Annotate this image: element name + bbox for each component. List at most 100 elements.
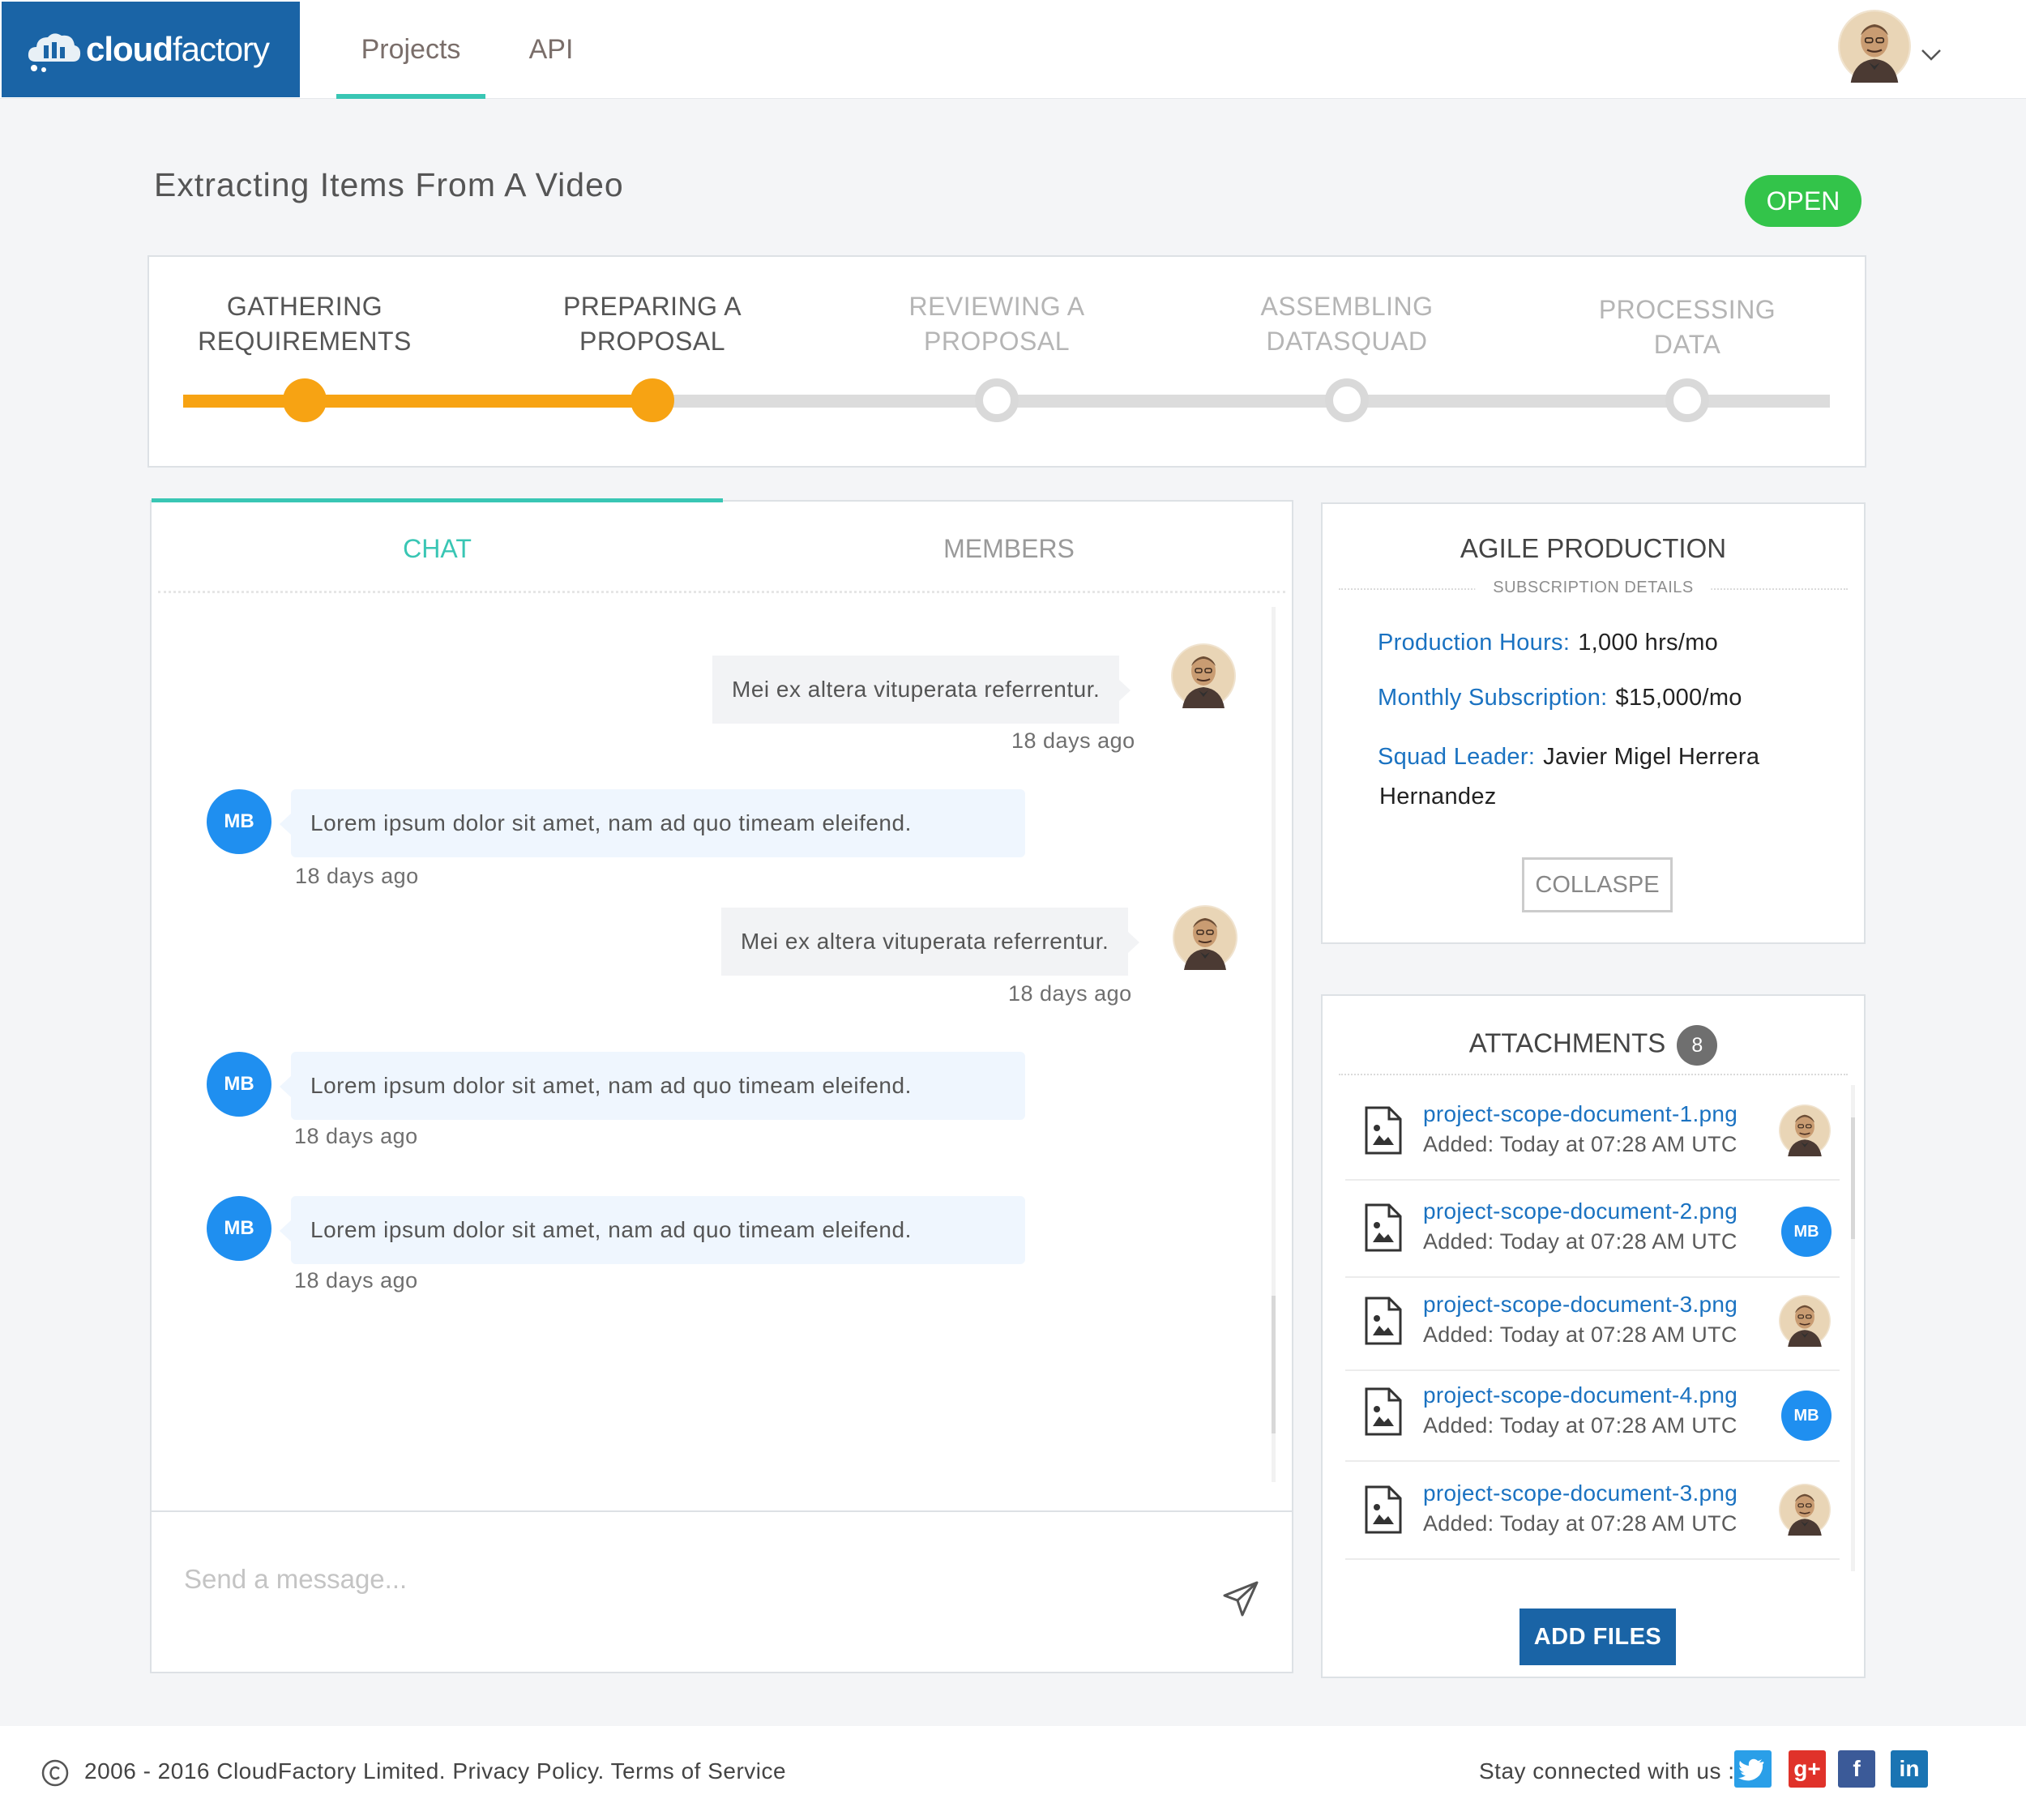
attachment-name[interactable]: project-scope-document-4.png [1423, 1382, 1737, 1408]
twitter-icon[interactable] [1734, 1750, 1772, 1788]
progress-stepper: GATHERING REQUIREMENTS PREPARING A PROPOSA… [147, 255, 1866, 468]
attachments-panel: ATTACHMENTS 8 project-scope-document-1.pn… [1321, 994, 1866, 1678]
step-dot-assembling [1325, 378, 1369, 422]
avatar [1779, 1484, 1831, 1536]
tab-members[interactable]: MEMBERS [723, 534, 1295, 564]
copyright-icon [41, 1759, 69, 1787]
chat-message: Mei ex altera vituperata referrentur. [712, 656, 1131, 724]
step-label-gathering: GATHERING REQUIREMENTS [198, 292, 412, 356]
attachment-name[interactable]: project-scope-document-3.png [1423, 1480, 1737, 1506]
status-badge: OPEN [1745, 175, 1861, 227]
step-label-processing: PROCESSING DATA [1598, 295, 1776, 359]
cloudfactory-logo[interactable]: cloudfactory [2, 2, 300, 97]
avatar-mb: MB [207, 789, 271, 854]
attachment-item[interactable]: project-scope-document-3.png Added: Toda… [1345, 1275, 1840, 1371]
message-timestamp: 18 days ago [1008, 981, 1132, 1006]
detail-value: Javier Migel Herrera [1543, 744, 1760, 770]
chat-message: Lorem ipsum dolor sit amet, nam ad quo t… [280, 789, 1025, 857]
compose-divider [152, 1510, 1292, 1512]
chat-divider [158, 591, 1285, 593]
step-dot-processing [1665, 378, 1709, 422]
nav-tab-api[interactable]: API [519, 0, 583, 99]
attachment-added: Added: Today at 07:28 AM UTC [1423, 1229, 1737, 1254]
attachment-name[interactable]: project-scope-document-1.png [1423, 1101, 1737, 1127]
add-files-button[interactable]: ADD FILES [1520, 1609, 1676, 1665]
logo-wordmark: cloudfactory [86, 30, 270, 68]
detail-value: 1,000 hrs/mo [1578, 630, 1719, 656]
chevron-down-icon[interactable] [1921, 49, 1942, 62]
avatar [1171, 643, 1236, 708]
subscription-subtitle: SUBSCRIPTION DETAILS [1475, 579, 1712, 597]
detail-label: Monthly Subscription: [1378, 685, 1608, 711]
image-file-icon [1365, 1106, 1402, 1155]
attachment-name[interactable]: project-scope-document-3.png [1423, 1292, 1737, 1318]
step-track-progress [183, 395, 660, 408]
google-plus-icon[interactable]: g+ [1789, 1750, 1826, 1788]
top-header: cloudfactory Projects API [0, 0, 2026, 99]
step-dot-preparing [630, 378, 674, 422]
cloud-logo-icon [28, 33, 81, 72]
avatar-mb: MB [207, 1196, 271, 1261]
nav-tab-projects[interactable]: Projects [336, 0, 485, 99]
image-file-icon [1365, 1203, 1402, 1252]
message-input[interactable] [184, 1555, 1156, 1604]
message-timestamp: 18 days ago [294, 1268, 418, 1292]
attachments-scroll-thumb[interactable] [1851, 1117, 1855, 1239]
attachments-count-badge: 8 [1677, 1025, 1718, 1066]
footer-copyright[interactable]: 2006 - 2016 CloudFactory Limited. Privac… [84, 1758, 786, 1784]
detail-label: Squad Leader: [1378, 744, 1536, 770]
subscription-subtitle-row: SUBSCRIPTION DETAILS [1339, 579, 1848, 600]
footer-social-label: Stay connected with us : [1479, 1758, 1735, 1784]
collapse-button[interactable]: COLLASPE [1522, 857, 1673, 912]
detail-squad-leader: Squad Leader: Javier Migel Herrera [1378, 744, 1759, 771]
step-label-assembling: ASSEMBLING DATASQUAD [1260, 292, 1434, 356]
page-title: Extracting Items From A Video [154, 166, 624, 203]
detail-production-hours: Production Hours: 1,000 hrs/mo [1378, 630, 1718, 656]
attachments-divider [1339, 1074, 1848, 1075]
attachment-item[interactable]: project-scope-document-3.png Added: Toda… [1345, 1464, 1840, 1560]
detail-label: Production Hours: [1378, 630, 1571, 656]
chat-panel: CHAT MEMBERS Mei ex altera vituperata re… [150, 498, 1295, 1673]
attachment-added: Added: Today at 07:28 AM UTC [1423, 1511, 1737, 1536]
squad-leader-surname: Hernandez [1379, 784, 1497, 810]
avatar-mb: MB [1781, 1391, 1832, 1441]
user-avatar[interactable] [1838, 10, 1911, 83]
tab-chat[interactable]: CHAT [152, 534, 723, 564]
attachment-item[interactable]: project-scope-document-4.png Added: Toda… [1345, 1366, 1840, 1462]
linkedin-icon[interactable]: in [1891, 1750, 1928, 1788]
footer: 2006 - 2016 CloudFactory Limited. Privac… [0, 1726, 2026, 1820]
chat-message: Mei ex altera vituperata referrentur. [721, 908, 1140, 976]
avatar-mb: MB [207, 1052, 271, 1117]
active-tab-indicator [152, 498, 723, 502]
subscription-panel: AGILE PRODUCTION SUBSCRIPTION DETAILS Pr… [1321, 502, 1866, 944]
detail-monthly-subscription: Monthly Subscription: $15,000/mo [1378, 685, 1742, 711]
image-file-icon [1365, 1297, 1402, 1345]
detail-value: $15,000/mo [1615, 685, 1742, 711]
image-file-icon [1365, 1387, 1402, 1436]
chat-scroll-thumb[interactable] [1272, 1296, 1276, 1433]
attachment-added: Added: Today at 07:28 AM UTC [1423, 1132, 1737, 1156]
attachments-title: ATTACHMENTS [1468, 1027, 1666, 1058]
step-dot-gathering [283, 378, 327, 422]
attachment-added: Added: Today at 07:28 AM UTC [1423, 1413, 1737, 1438]
step-dot-reviewing [975, 378, 1019, 422]
attachment-item[interactable]: project-scope-document-2.png Added: Toda… [1345, 1182, 1840, 1278]
message-timestamp: 18 days ago [1011, 728, 1135, 753]
chat-message: Lorem ipsum dolor sit amet, nam ad quo t… [280, 1196, 1025, 1264]
avatar [1779, 1295, 1831, 1347]
step-label-reviewing: REVIEWING A PROPOSAL [908, 292, 1085, 356]
message-timestamp: 18 days ago [294, 1124, 418, 1148]
avatar [1779, 1104, 1831, 1156]
image-file-icon [1365, 1485, 1402, 1534]
attachment-name[interactable]: project-scope-document-2.png [1423, 1198, 1737, 1224]
subscription-title: AGILE PRODUCTION [1460, 533, 1727, 563]
chat-message: Lorem ipsum dolor sit amet, nam ad quo t… [280, 1052, 1025, 1120]
avatar [1173, 905, 1237, 970]
attachments-header: ATTACHMENTS 8 [1323, 1025, 1864, 1066]
facebook-icon[interactable]: f [1838, 1750, 1875, 1788]
message-timestamp: 18 days ago [295, 864, 419, 888]
avatar-mb: MB [1781, 1207, 1832, 1257]
send-icon[interactable] [1221, 1579, 1260, 1618]
step-label-preparing: PREPARING A PROPOSAL [562, 292, 742, 356]
attachment-item[interactable]: project-scope-document-1.png Added: Toda… [1345, 1085, 1840, 1181]
